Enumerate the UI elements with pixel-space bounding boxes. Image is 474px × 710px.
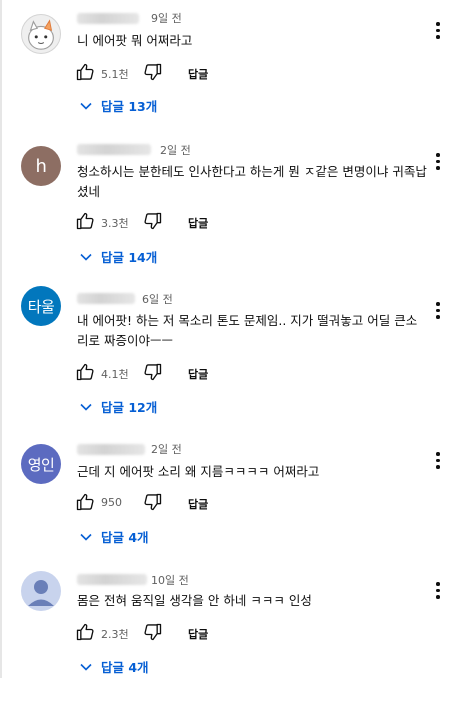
timestamp[interactable]: 2일 전 — [151, 441, 182, 457]
avatar[interactable]: 영인 — [21, 444, 61, 484]
replies-count-label: 답글 4개 — [101, 530, 149, 545]
like-count: 950 — [101, 496, 122, 509]
view-replies-button[interactable]: 답글 13개 — [80, 96, 157, 115]
thumbs-up-icon[interactable] — [75, 211, 95, 231]
avatar[interactable] — [21, 571, 61, 611]
replies-count-label: 답글 13개 — [101, 99, 158, 114]
avatar[interactable]: 타울 — [21, 286, 61, 326]
author-name-blurred[interactable] — [77, 574, 147, 585]
thumbs-up-icon[interactable] — [75, 622, 95, 642]
view-replies-button[interactable]: 답글 4개 — [80, 657, 149, 676]
thumbs-down-icon[interactable] — [143, 492, 163, 512]
reply-button[interactable]: 답글 — [188, 366, 208, 382]
comment-thread: h 2일 전 청소하시는 분한테도 인사한다고 하는게 뭔 ㅈ같은 변명이냐 귀… — [0, 128, 474, 278]
thumbs-down-icon[interactable] — [143, 622, 163, 642]
reply-button[interactable]: 답글 — [188, 66, 208, 82]
more-actions-button[interactable] — [432, 302, 444, 320]
avatar[interactable]: h — [21, 146, 61, 186]
author-name-blurred[interactable] — [77, 144, 151, 155]
thumbs-up-icon[interactable] — [75, 362, 95, 382]
replies-count-label: 답글 12개 — [101, 400, 158, 415]
reply-button[interactable]: 답글 — [188, 215, 208, 231]
comment-thread: 타울 6일 전 내 에어팟! 하는 저 목소리 톤도 문제임.. 지가 떨궈놓고… — [0, 278, 474, 428]
replies-count-label: 답글 4개 — [101, 660, 149, 675]
timestamp[interactable]: 10일 전 — [151, 572, 189, 588]
comment-text: 근데 지 에어팟 소리 왜 지름ㅋㅋㅋㅋ 어쩌라고 — [77, 464, 320, 479]
comment-thread: 영인 2일 전 근데 지 에어팟 소리 왜 지름ㅋㅋㅋㅋ 어쩌라고 950 답글… — [0, 430, 474, 580]
thumbs-down-icon[interactable] — [143, 362, 163, 382]
timestamp[interactable]: 2일 전 — [160, 142, 191, 158]
avatar[interactable] — [21, 14, 61, 54]
comment-text: 몸은 전혀 움직일 생각을 안 하네 ㅋㅋㅋ 인성 — [77, 593, 312, 608]
cartoon-avatar-icon — [28, 19, 54, 50]
chevron-down-icon — [80, 253, 92, 261]
reply-button[interactable]: 답글 — [188, 496, 208, 512]
more-actions-button[interactable] — [432, 452, 444, 470]
chevron-down-icon — [80, 102, 92, 110]
like-count: 3.3천 — [101, 217, 129, 230]
chevron-down-icon — [80, 663, 92, 671]
comment-text: 니 에어팟 뭐 어쩌라고 — [77, 33, 193, 48]
thumbs-down-icon[interactable] — [143, 62, 163, 82]
thumbs-down-icon[interactable] — [143, 211, 163, 231]
comment-thread: 10일 전 몸은 전혀 움직일 생각을 안 하네 ㅋㅋㅋ 인성 2.3천 답글 … — [0, 560, 474, 710]
author-name-blurred[interactable] — [77, 444, 145, 455]
view-replies-button[interactable]: 답글 12개 — [80, 397, 157, 416]
view-replies-button[interactable]: 답글 4개 — [80, 527, 149, 546]
more-actions-button[interactable] — [432, 22, 444, 40]
comment-text: 내 에어팟! 하는 저 목소리 톤도 문제임.. 지가 떨궈놓고 어딜 큰소리로… — [77, 313, 418, 348]
view-replies-button[interactable]: 답글 14개 — [80, 247, 157, 266]
timestamp[interactable]: 6일 전 — [142, 291, 173, 307]
default-user-icon — [28, 580, 54, 606]
more-actions-button[interactable] — [432, 582, 444, 600]
author-name-blurred[interactable] — [77, 13, 139, 24]
like-count: 5.1천 — [101, 68, 129, 81]
comment-text: 청소하시는 분한테도 인사한다고 하는게 뭔 ㅈ같은 변명이냐 귀족납셨네 — [77, 164, 427, 199]
thumbs-up-icon[interactable] — [75, 492, 95, 512]
chevron-down-icon — [80, 533, 92, 541]
more-actions-button[interactable] — [432, 153, 444, 171]
like-count: 4.1천 — [101, 368, 129, 381]
like-count: 2.3천 — [101, 628, 129, 641]
reply-button[interactable]: 답글 — [188, 626, 208, 642]
thumbs-up-icon[interactable] — [75, 62, 95, 82]
replies-count-label: 답글 14개 — [101, 250, 158, 265]
timestamp[interactable]: 9일 전 — [151, 10, 182, 26]
chevron-down-icon — [80, 403, 92, 411]
author-name-blurred[interactable] — [77, 293, 135, 304]
